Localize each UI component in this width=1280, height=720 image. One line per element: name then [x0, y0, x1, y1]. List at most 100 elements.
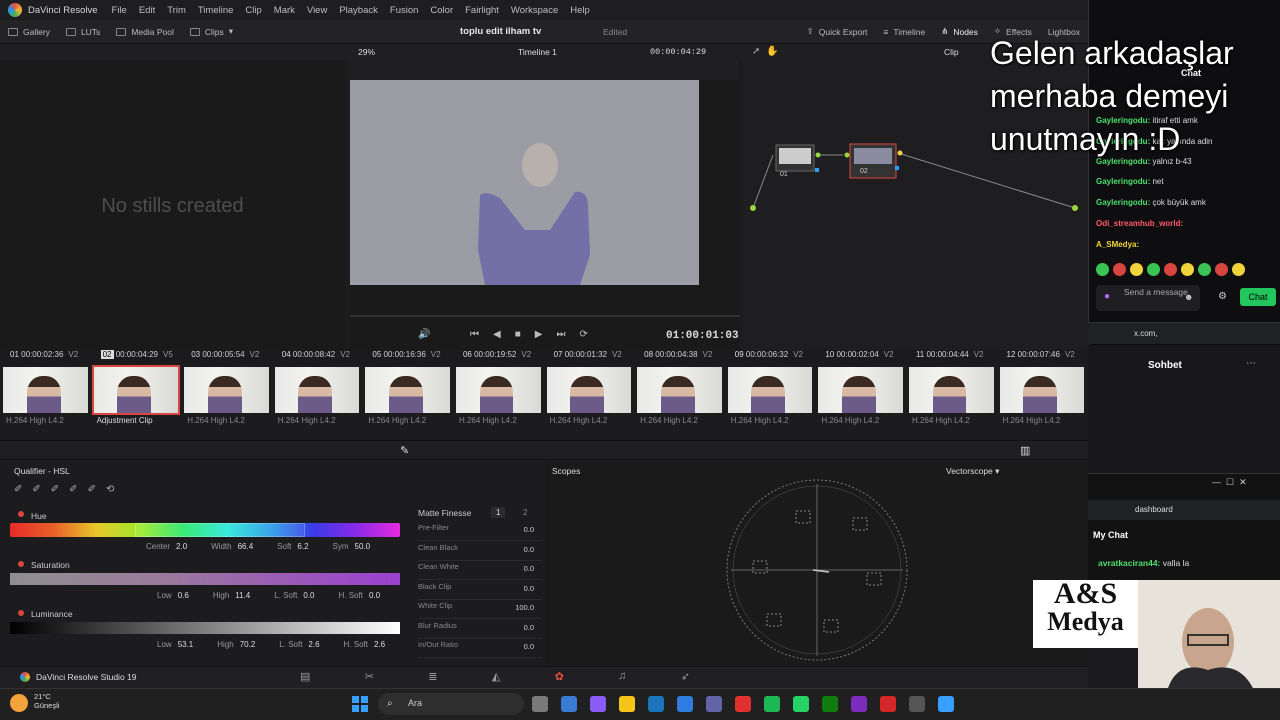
- luts-button[interactable]: LUTs: [58, 27, 108, 37]
- scope-mode-select[interactable]: Vectorscope ▾: [946, 466, 999, 477]
- emote-icon[interactable]: [1181, 263, 1194, 276]
- stop-icon[interactable]: ■: [515, 329, 521, 340]
- mic-icon[interactable]: ●: [1104, 291, 1110, 302]
- viewer-scrubber[interactable]: [350, 315, 740, 317]
- settings-app-icon[interactable]: [909, 696, 925, 712]
- hue-enable-dot[interactable]: [18, 511, 24, 517]
- settings-icon[interactable]: ⚙: [1218, 291, 1227, 302]
- lum-hsoft-value[interactable]: 2.6: [374, 640, 385, 649]
- matte-row-value[interactable]: 0.0: [524, 623, 534, 632]
- weather-icon[interactable]: [10, 694, 28, 712]
- clip-header[interactable]: 02 00:00:04:29 V5: [91, 350, 182, 364]
- lum-lsoft-value[interactable]: 2.6: [308, 640, 319, 649]
- pointer-icon[interactable]: ➚: [752, 46, 760, 57]
- emoji-icon[interactable]: ☻: [1184, 292, 1193, 302]
- reset-qualifier-icon[interactable]: ⟲: [106, 484, 114, 495]
- matte-row[interactable]: Blur Radius 0.0: [418, 621, 542, 639]
- sat-hsoft-value[interactable]: 0.0: [369, 591, 380, 600]
- fusion-page-icon[interactable]: ◭: [492, 670, 500, 683]
- chat-send-button[interactable]: Chat: [1240, 288, 1276, 306]
- hue-center-value[interactable]: 2.0: [176, 542, 187, 551]
- audio-icon[interactable]: 🔊: [418, 329, 430, 340]
- xbox-icon[interactable]: [822, 696, 838, 712]
- lum-low-value[interactable]: 53.1: [178, 640, 194, 649]
- edit-page-icon[interactable]: ≣: [428, 670, 437, 683]
- menu-fairlight[interactable]: Fairlight: [465, 5, 499, 16]
- zoom-select[interactable]: 29%: [358, 47, 375, 57]
- saturation-enable-dot[interactable]: [18, 561, 24, 567]
- menu-clip[interactable]: Clip: [245, 5, 261, 16]
- clip-thumbnail[interactable]: [725, 364, 816, 416]
- emote-icon[interactable]: [1215, 263, 1228, 276]
- spotify-icon[interactable]: [764, 696, 780, 712]
- app-icon[interactable]: [880, 696, 896, 712]
- menu-timeline[interactable]: Timeline: [198, 5, 234, 16]
- matte-tab-2[interactable]: 2: [518, 507, 532, 518]
- timeline-select[interactable]: Timeline 1: [518, 47, 557, 57]
- emote-icon[interactable]: [1198, 263, 1211, 276]
- matte-row-value[interactable]: 0.0: [524, 584, 534, 593]
- color-page-icon[interactable]: ✿: [555, 670, 564, 683]
- clip-header[interactable]: 10 00:00:02:04 V2: [815, 350, 906, 364]
- taskbar-search[interactable]: Ara: [378, 693, 524, 715]
- clip-header[interactable]: 05 00:00:16:36 V2: [362, 350, 453, 364]
- hand-icon[interactable]: ✋: [766, 46, 778, 57]
- scopes-tool-icon[interactable]: ▥: [1020, 444, 1030, 457]
- picker-plus-icon[interactable]: ✐: [51, 484, 59, 495]
- menu-trim[interactable]: Trim: [167, 5, 186, 16]
- clip-thumbnail[interactable]: [181, 364, 272, 416]
- matte-row[interactable]: Pre-Filter 0.0: [418, 523, 542, 541]
- quick-export-button[interactable]: ⇪ Quick Export: [799, 26, 876, 37]
- clip-thumbnail[interactable]: [91, 364, 182, 416]
- weather-widget[interactable]: 21°C Güneşli: [34, 692, 59, 710]
- matte-row[interactable]: In/Out Ratio 0.0: [418, 640, 542, 658]
- menu-mark[interactable]: Mark: [274, 5, 295, 16]
- hue-width-value[interactable]: 66.4: [238, 542, 254, 551]
- emote-icon[interactable]: [1130, 263, 1143, 276]
- sat-high-value[interactable]: 11.4: [235, 591, 250, 600]
- browser-address-bar[interactable]: x.com,: [1088, 322, 1280, 344]
- feather-minus-icon[interactable]: ✐: [69, 484, 77, 495]
- media-pool-button[interactable]: Media Pool: [108, 27, 182, 37]
- clip-header[interactable]: 06 00:00:19:52 V2: [453, 350, 544, 364]
- play-reverse-icon[interactable]: ◀: [493, 329, 501, 340]
- emote-icon[interactable]: [1232, 263, 1245, 276]
- matte-tab-1[interactable]: 1: [491, 507, 506, 518]
- matte-row[interactable]: Clean Black 0.0: [418, 543, 542, 561]
- menu-help[interactable]: Help: [570, 5, 590, 16]
- menu-file[interactable]: File: [112, 5, 127, 16]
- sat-low-value[interactable]: 0.6: [178, 591, 189, 600]
- menu-view[interactable]: View: [307, 5, 327, 16]
- picker-minus-icon[interactable]: ✐: [32, 484, 40, 495]
- resolve-taskbar-icon[interactable]: [938, 696, 954, 712]
- folder-icon[interactable]: [619, 696, 635, 712]
- teams-icon[interactable]: [590, 696, 606, 712]
- menu-fusion[interactable]: Fusion: [390, 5, 419, 16]
- emote-icon[interactable]: [1164, 263, 1177, 276]
- proton-icon[interactable]: [706, 696, 722, 712]
- clip-thumbnail[interactable]: [544, 364, 635, 416]
- clip-header[interactable]: 01 00:00:02:36 V2: [0, 350, 91, 364]
- matte-row-value[interactable]: 0.0: [524, 525, 534, 534]
- outlook-icon[interactable]: [648, 696, 664, 712]
- play-icon[interactable]: ▶: [535, 329, 543, 340]
- clip-header[interactable]: 03 00:00:05:54 V2: [181, 350, 272, 364]
- matte-row-value[interactable]: 100.0: [515, 603, 534, 612]
- gallery-button[interactable]: Gallery: [0, 27, 58, 37]
- media-page-icon[interactable]: ▤: [300, 670, 310, 683]
- clip-thumbnail[interactable]: [997, 364, 1088, 416]
- clip-mode-select[interactable]: Clip: [944, 47, 959, 57]
- clip-thumbnail[interactable]: [906, 364, 997, 416]
- matte-row-value[interactable]: 0.0: [524, 564, 534, 573]
- loop-icon[interactable]: ⟳: [579, 329, 587, 340]
- menu-playback[interactable]: Playback: [339, 5, 378, 16]
- hue-range-handle[interactable]: [135, 523, 305, 537]
- opera-icon[interactable]: [735, 696, 751, 712]
- clip-header[interactable]: 04 00:00:08:42 V2: [272, 350, 363, 364]
- emote-icon[interactable]: [1096, 263, 1109, 276]
- clip-thumbnail[interactable]: [815, 364, 906, 416]
- menu-workspace[interactable]: Workspace: [511, 5, 558, 16]
- clip-thumbnail[interactable]: [0, 364, 91, 416]
- feather-plus-icon[interactable]: ✐: [88, 484, 96, 495]
- clip-header[interactable]: 12 00:00:07:46 V2: [997, 350, 1088, 364]
